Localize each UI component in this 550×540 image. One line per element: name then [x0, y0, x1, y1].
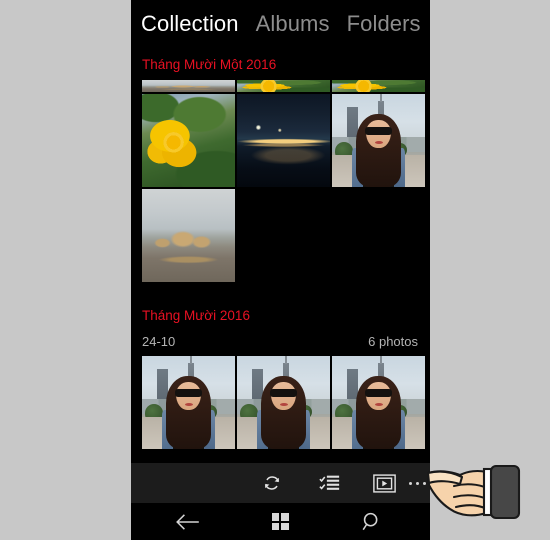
photo-thumbnail-flower[interactable] [142, 94, 235, 187]
photo-image [237, 94, 330, 187]
nav-home-button[interactable] [250, 503, 310, 540]
tab-folders[interactable]: Folders [347, 11, 421, 37]
photo-thumbnail-portrait[interactable] [332, 94, 425, 187]
sync-icon [264, 476, 280, 490]
photo-thumbnail-beach[interactable] [142, 189, 235, 282]
photo-thumbnail[interactable] [237, 80, 330, 92]
thumbnail-row-clipped [131, 80, 430, 92]
thumbnail-row [131, 189, 430, 282]
back-arrow-icon [176, 513, 199, 530]
thumbnail-row [131, 94, 430, 187]
photo-thumbnail-portrait[interactable] [332, 356, 425, 449]
photo-image [142, 94, 235, 187]
photo-image [332, 94, 425, 187]
pointing-hand-cursor [426, 464, 521, 520]
photo-image [332, 80, 425, 92]
photo-image [237, 80, 330, 92]
select-list-icon [318, 475, 339, 490]
nav-search-button[interactable] [342, 503, 402, 540]
nav-back-button[interactable] [158, 503, 218, 540]
more-dots-icon [408, 481, 426, 485]
photo-image [142, 80, 235, 92]
slideshow-icon [372, 473, 396, 493]
month-header-october: Tháng Mười 2016 [142, 308, 250, 323]
photo-image [237, 356, 330, 449]
photo-thumbnail[interactable] [332, 80, 425, 92]
photo-thumbnail[interactable] [142, 80, 235, 92]
day-label: 24-10 [142, 334, 176, 349]
app-bar [131, 463, 430, 503]
refresh-button[interactable] [250, 463, 294, 503]
photo-thumbnail-portrait[interactable] [142, 356, 235, 449]
photo-collection-list[interactable]: Tháng Mười Một 2016 Tháng Mười 2016 24-1… [131, 48, 430, 463]
photo-image [332, 356, 425, 449]
photo-thumbnail-night-city[interactable] [237, 94, 330, 187]
photo-thumbnail-portrait[interactable] [237, 356, 330, 449]
photo-image [142, 189, 235, 282]
system-nav-bar [131, 503, 430, 540]
phone-screen: Collection Albums Folders Tháng Mười Một… [131, 0, 430, 540]
thumbnail-row [131, 356, 430, 449]
photo-count-label: 6 photos [368, 334, 418, 349]
tab-collection[interactable]: Collection [141, 11, 239, 37]
search-icon [362, 512, 378, 530]
windows-logo-icon [271, 513, 289, 530]
day-summary-row: 24-10 6 photos [131, 331, 430, 356]
pivot-header: Collection Albums Folders [131, 0, 430, 48]
select-button[interactable] [307, 463, 351, 503]
month-header-november: Tháng Mười Một 2016 [142, 57, 277, 72]
photo-image [142, 356, 235, 449]
tab-albums[interactable]: Albums [256, 11, 330, 37]
